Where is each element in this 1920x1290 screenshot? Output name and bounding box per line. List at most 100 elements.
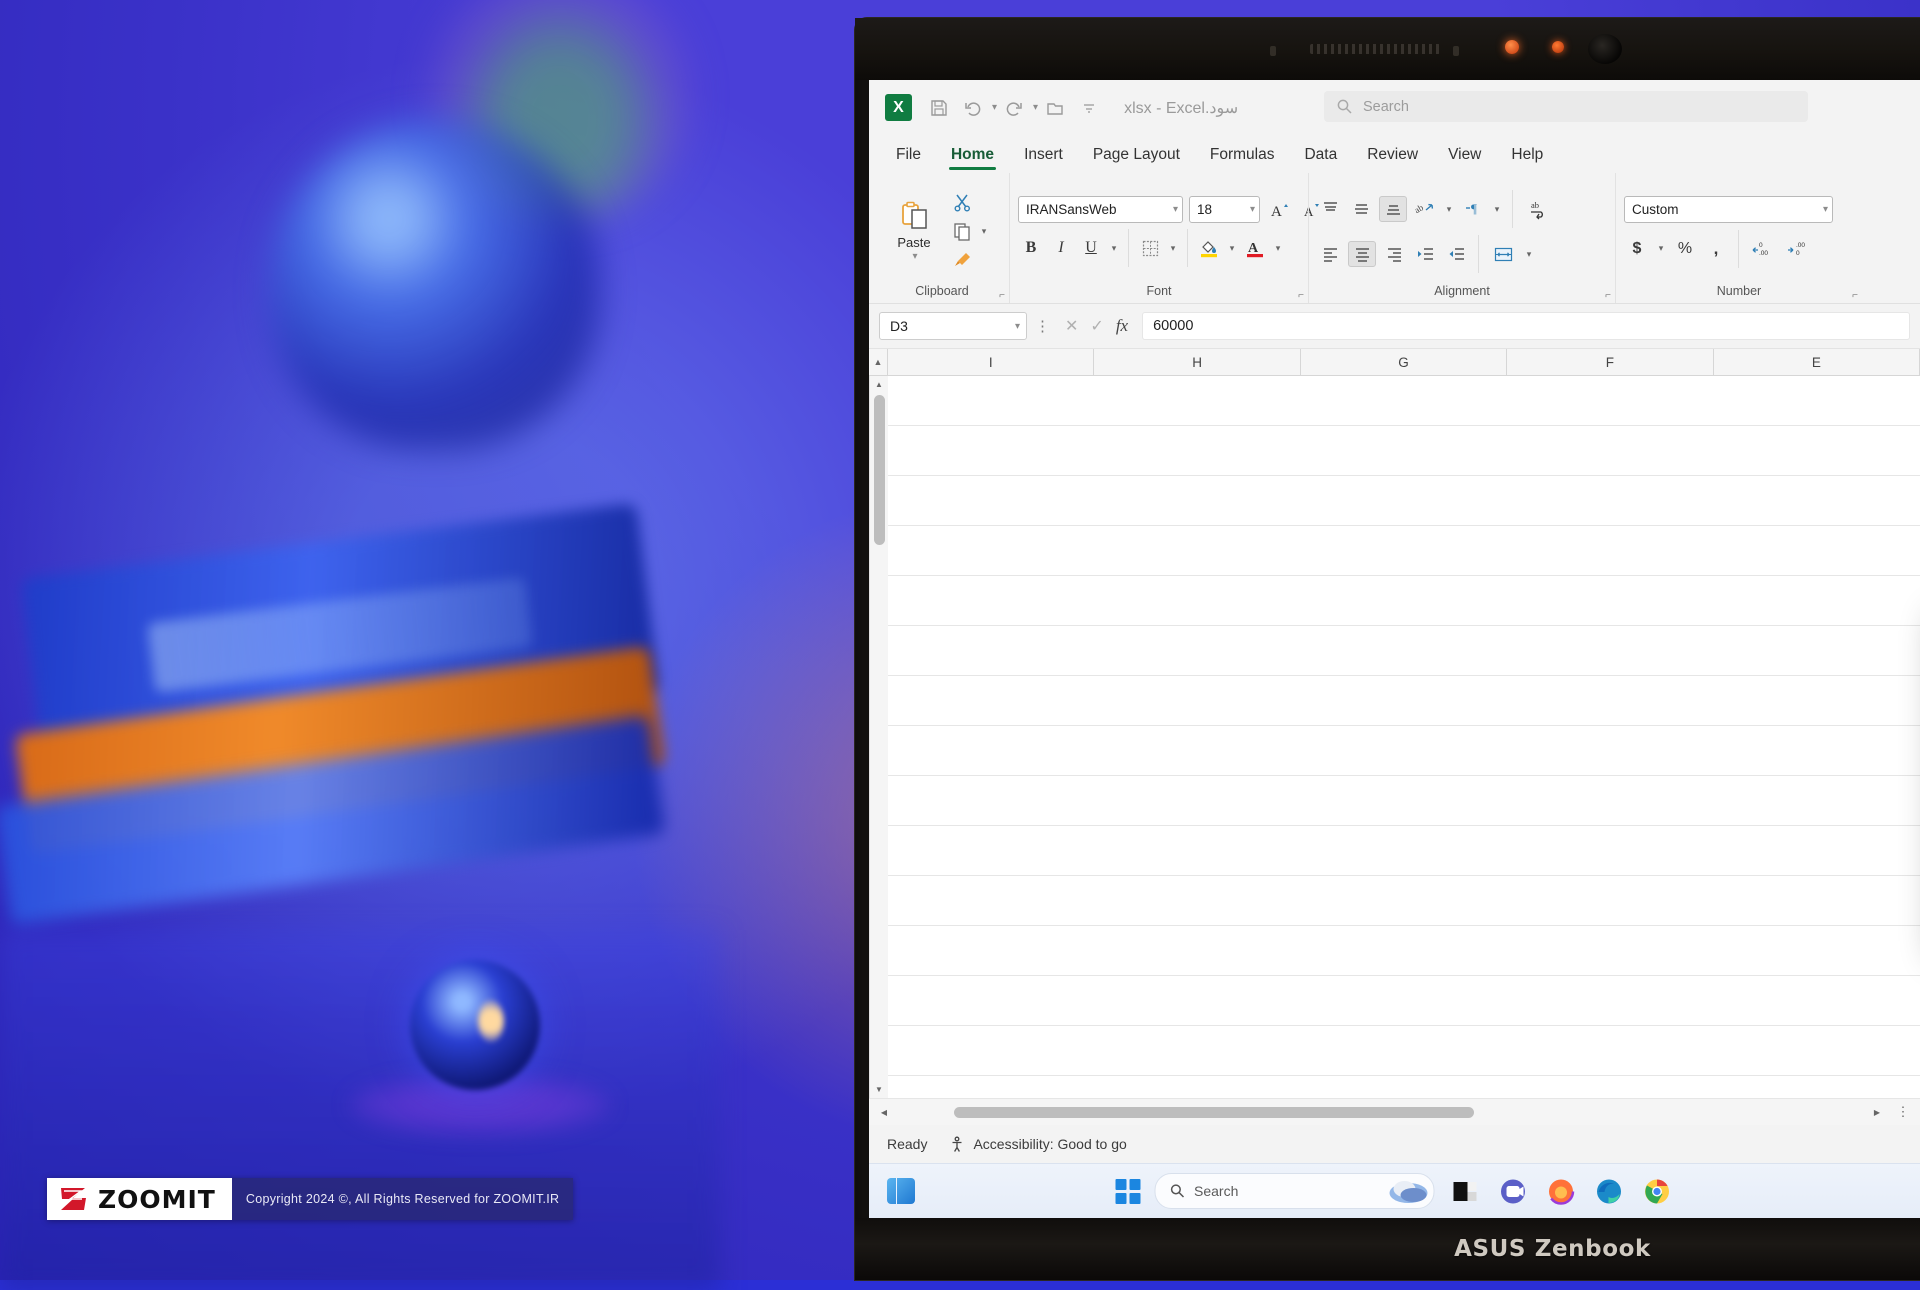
excel-search-box[interactable]: Search <box>1324 91 1808 122</box>
decrease-indent-button[interactable] <box>1443 242 1469 266</box>
increase-indent-button[interactable] <box>1412 242 1438 266</box>
increase-font-size-icon: A <box>1271 203 1288 220</box>
chevron-down-icon[interactable]: ▾ <box>1173 204 1178 215</box>
select-all-corner-icon[interactable]: ▲ <box>869 349 888 375</box>
horizontal-scroll-track[interactable] <box>899 1106 1862 1118</box>
align-left-button[interactable] <box>1317 242 1343 266</box>
copy-dropdown-icon[interactable]: ▾ <box>978 226 990 237</box>
text-direction-button[interactable]: ¶ <box>1460 197 1486 221</box>
accessibility-status[interactable]: Accessibility: Good to go <box>949 1136 1127 1153</box>
chevron-down-icon[interactable]: ▾ <box>1250 204 1255 215</box>
chevron-down-icon[interactable]: ▾ <box>1015 321 1020 332</box>
vertical-scroll-thumb[interactable] <box>873 395 885 545</box>
name-box[interactable]: D3 ▾ <box>879 312 1027 340</box>
underline-dropdown-icon[interactable]: ▾ <box>1108 243 1120 254</box>
increase-decimal-button[interactable]: 0.00 <box>1748 237 1778 261</box>
column-header-F[interactable]: F <box>1507 349 1714 375</box>
align-bottom-button[interactable] <box>1379 196 1407 222</box>
paste-button[interactable]: Paste ▾ <box>883 201 945 262</box>
tab-formulas[interactable]: Formulas <box>1197 141 1288 173</box>
cancel-icon[interactable]: ✕ <box>1065 316 1078 336</box>
column-header-H[interactable]: H <box>1094 349 1301 375</box>
customize-qat-icon[interactable] <box>1072 91 1106 125</box>
percent-style-button[interactable]: % <box>1672 237 1698 261</box>
comma-style-button[interactable]: , <box>1703 237 1729 261</box>
accounting-format-dropdown-icon[interactable]: ▾ <box>1655 243 1667 254</box>
scroll-right-icon[interactable]: ▶ <box>1868 1104 1886 1121</box>
tab-insert[interactable]: Insert <box>1011 141 1076 173</box>
horizontal-scroll-thumb[interactable] <box>954 1106 1474 1118</box>
edge-icon[interactable] <box>1592 1174 1626 1208</box>
formula-input[interactable]: 60000 <box>1142 312 1910 340</box>
save-icon[interactable] <box>922 91 956 125</box>
text-direction-dropdown-icon[interactable]: ▾ <box>1491 204 1503 215</box>
align-center-button[interactable] <box>1348 241 1376 267</box>
tab-file[interactable]: File <box>883 141 934 173</box>
wrap-text-button[interactable]: ab <box>1522 197 1554 221</box>
alignment-dialog-launcher-icon[interactable]: ⌐ <box>1605 290 1611 301</box>
font-color-dropdown-icon[interactable]: ▾ <box>1272 243 1284 254</box>
decrease-decimal-button[interactable]: .00 0 <box>1783 237 1813 261</box>
number-format-combo[interactable]: Custom ▾ <box>1624 195 1833 223</box>
column-header-I[interactable]: I <box>888 349 1095 375</box>
fill-color-icon <box>1201 241 1217 258</box>
widgets-button[interactable] <box>887 1178 915 1204</box>
taskbar-search-box[interactable]: Search <box>1154 1173 1434 1209</box>
confirm-icon[interactable]: ✓ <box>1090 316 1103 336</box>
spreadsheet-grid[interactable] <box>888 376 1920 1098</box>
accounting-format-button[interactable]: $ <box>1624 237 1650 261</box>
insert-function-icon[interactable]: fx <box>1116 316 1128 336</box>
column-header-G[interactable]: G <box>1300 349 1508 375</box>
underline-button[interactable]: U <box>1078 236 1104 260</box>
increase-font-size-button[interactable]: A <box>1266 198 1292 222</box>
format-painter-button[interactable] <box>949 249 975 273</box>
borders-dropdown-icon[interactable]: ▾ <box>1167 243 1179 254</box>
teams-icon[interactable] <box>1496 1174 1530 1208</box>
tab-review[interactable]: Review <box>1354 141 1431 173</box>
copilot-icon[interactable] <box>1385 1176 1431 1206</box>
horizontal-scrollbar[interactable]: ◀ ▶ ⋮ <box>869 1098 1920 1125</box>
tab-home[interactable]: Home <box>938 141 1007 173</box>
borders-button[interactable] <box>1137 236 1163 260</box>
font-name-combo[interactable]: IRANSansWeb ▾ <box>1018 196 1183 223</box>
copy-button[interactable] <box>949 220 975 244</box>
font-color-button[interactable]: A <box>1242 236 1268 260</box>
clipboard-dialog-launcher-icon[interactable]: ⌐ <box>999 290 1005 301</box>
fill-color-dropdown-icon[interactable]: ▾ <box>1226 243 1238 254</box>
align-top-button[interactable] <box>1317 197 1343 221</box>
vertical-scrollbar[interactable]: ▲ ▼ <box>869 376 888 1098</box>
fill-color-button[interactable] <box>1196 236 1222 260</box>
redo-icon[interactable] <box>997 91 1031 125</box>
align-middle-button[interactable] <box>1348 197 1374 221</box>
tab-data[interactable]: Data <box>1291 141 1350 173</box>
windows-taskbar: Search <box>869 1163 1920 1218</box>
cut-button[interactable] <box>949 191 975 215</box>
windows-start-icon[interactable] <box>1115 1178 1140 1204</box>
scroll-left-icon[interactable]: ◀ <box>875 1104 893 1121</box>
open-icon[interactable] <box>1038 91 1072 125</box>
scroll-down-icon[interactable]: ▼ <box>870 1081 888 1098</box>
orientation-dropdown-icon[interactable]: ▾ <box>1443 204 1455 215</box>
chevron-down-icon[interactable]: ▾ <box>1823 204 1828 215</box>
more-options-icon[interactable]: ⋮ <box>1035 317 1051 335</box>
sheet-more-options-icon[interactable]: ⋮ <box>1892 1104 1914 1121</box>
font-size-combo[interactable]: 18 ▾ <box>1189 196 1260 223</box>
merge-dropdown-icon[interactable]: ▾ <box>1523 249 1535 260</box>
number-dialog-launcher-icon[interactable]: ⌐ <box>1852 290 1858 301</box>
tab-help[interactable]: Help <box>1498 141 1556 173</box>
paste-dropdown-icon[interactable]: ▾ <box>912 251 917 262</box>
firefox-icon[interactable] <box>1544 1174 1578 1208</box>
column-header-E[interactable]: E <box>1713 349 1920 375</box>
file-explorer-icon[interactable] <box>1448 1174 1482 1208</box>
scroll-up-icon[interactable]: ▲ <box>870 376 888 393</box>
align-right-button[interactable] <box>1381 242 1407 266</box>
orientation-button[interactable]: ab <box>1412 197 1438 221</box>
tab-page-layout[interactable]: Page Layout <box>1080 141 1193 173</box>
merge-and-center-button[interactable] <box>1488 242 1518 266</box>
bold-button[interactable]: B <box>1018 236 1044 260</box>
tab-view[interactable]: View <box>1435 141 1494 173</box>
chrome-icon[interactable] <box>1640 1174 1674 1208</box>
undo-icon[interactable] <box>956 91 990 125</box>
font-dialog-launcher-icon[interactable]: ⌐ <box>1298 290 1304 301</box>
italic-button[interactable]: I <box>1048 236 1074 260</box>
